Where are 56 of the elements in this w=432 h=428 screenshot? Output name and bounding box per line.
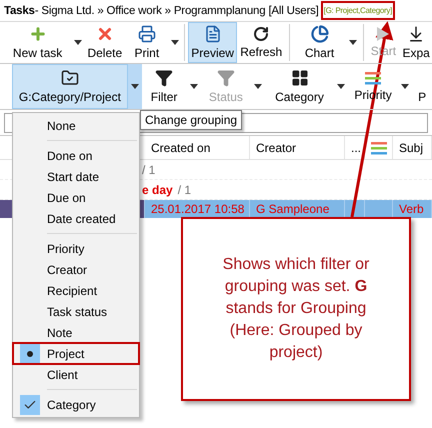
chart-button[interactable]: Chart xyxy=(292,22,347,63)
caret-icon xyxy=(130,84,139,89)
preview-button[interactable]: Preview xyxy=(188,22,237,63)
menu-item[interactable]: Client xyxy=(13,364,139,385)
caret-icon xyxy=(336,84,345,89)
play-icon xyxy=(377,27,390,41)
caret-icon xyxy=(254,84,262,89)
plus-icon xyxy=(28,25,47,43)
grid-icon xyxy=(290,69,308,87)
group-label: e day xyxy=(142,182,173,196)
category-button[interactable]: Category xyxy=(265,64,334,109)
breadcrumb-path: - Sigma Ltd. » Office work » Programmplanung [All Users] xyxy=(34,4,319,16)
column-header[interactable]: Creator xyxy=(250,136,345,159)
filter-icon xyxy=(155,69,174,87)
menu-item[interactable]: Priority xyxy=(13,238,139,259)
refresh-icon xyxy=(253,26,270,42)
caret-icon xyxy=(349,40,358,45)
delete-button[interactable]: Delete xyxy=(84,22,126,63)
menu-item[interactable]: Done on xyxy=(13,145,139,166)
menu-item[interactable]: Category xyxy=(13,394,139,415)
caret-icon xyxy=(74,40,82,45)
column-header[interactable]: ... xyxy=(345,136,365,159)
caret-icon xyxy=(170,40,179,45)
menu-item[interactable]: Start date xyxy=(13,166,139,187)
printer-icon xyxy=(138,25,156,43)
caret-icon xyxy=(190,84,198,89)
group-count: / 1 xyxy=(142,162,156,176)
menu-item[interactable]: Note xyxy=(13,322,139,343)
document-icon xyxy=(204,25,222,43)
menu-item[interactable]: None xyxy=(13,115,139,136)
toolbar-button[interactable]: P xyxy=(412,64,432,109)
grouping-button[interactable]: G:Category/Project xyxy=(12,64,128,109)
callout-text: Shows which filter or grouping was set. G stands for Grouping (Here: Grouped by project) xyxy=(222,255,370,363)
dropdown-button[interactable] xyxy=(128,64,142,109)
print-button[interactable]: Print xyxy=(125,22,168,63)
tooltip: Change grouping xyxy=(140,110,242,130)
group-count: / 1 xyxy=(178,182,192,196)
refresh-button[interactable]: Refresh xyxy=(236,22,286,63)
folder-check-icon xyxy=(60,69,79,87)
menu-item[interactable]: Creator xyxy=(13,259,139,280)
filter-button[interactable]: Filter xyxy=(142,64,187,109)
pie-chart-icon xyxy=(310,25,329,43)
column-header[interactable]: Created on xyxy=(145,136,250,159)
check-icon xyxy=(20,394,40,414)
column-header[interactable]: Subj xyxy=(393,136,432,159)
menu-item[interactable]: Project xyxy=(13,343,139,364)
menu-item[interactable]: Task status xyxy=(13,301,139,322)
window-title: Tasks xyxy=(4,4,35,16)
grouping-indicator: [G: Project,Category] xyxy=(320,1,396,20)
menu-item[interactable]: Recipient xyxy=(13,280,139,301)
color-bars-icon xyxy=(365,71,382,85)
new-task-button[interactable]: New task xyxy=(4,22,72,63)
caret-icon xyxy=(401,84,410,89)
color-bars-icon xyxy=(371,140,387,154)
filter-icon xyxy=(216,69,235,87)
expand-button[interactable]: Expa xyxy=(400,22,432,63)
